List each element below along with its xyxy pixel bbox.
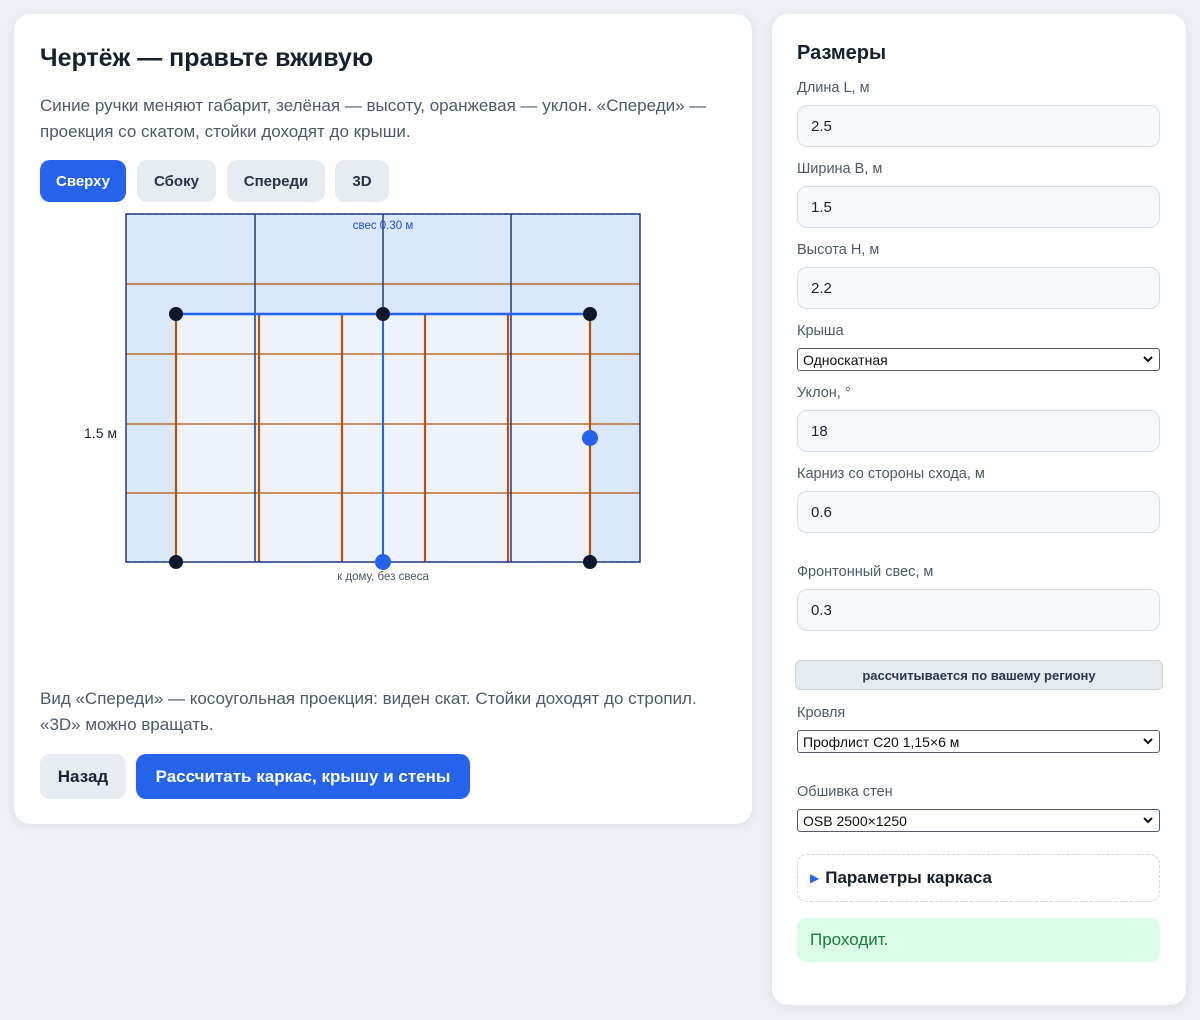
chevron-down-icon (1143, 817, 1153, 824)
length-handle[interactable] (375, 554, 391, 570)
corner-handle[interactable] (169, 555, 183, 569)
drawing-card: Чертёж — правьте вживую Синие ручки меня… (14, 14, 752, 824)
back-button[interactable]: Назад (40, 754, 126, 799)
roofing-value: Профлист С20 1,15×6 м (803, 733, 960, 750)
height-label: Высота H, м (797, 242, 880, 258)
frame-params-toggle[interactable]: ▶ Параметры каркаса (797, 854, 1160, 902)
width-handle[interactable] (582, 430, 598, 446)
region-button[interactable]: рассчитывается по вашему региону (795, 660, 1163, 690)
eave-input[interactable]: 0.6 (797, 491, 1160, 533)
mid-handle[interactable] (376, 307, 390, 321)
roof-type-value: Односкатная (803, 351, 888, 368)
corner-handle[interactable] (583, 307, 597, 321)
chevron-down-icon (1143, 356, 1153, 363)
height-input[interactable]: 2.2 (797, 267, 1160, 309)
slope-label: Уклон, ° (797, 385, 851, 401)
triangle-right-icon: ▶ (810, 871, 820, 885)
status-message: Проходит. (797, 918, 1160, 962)
frame-params-label: Параметры каркаса (825, 868, 992, 887)
corner-handle[interactable] (169, 307, 183, 321)
chevron-down-icon (1143, 738, 1153, 745)
width-input[interactable]: 1.5 (797, 186, 1160, 228)
panel-title: Размеры (797, 42, 887, 64)
roofing-select[interactable]: Профлист С20 1,15×6 м (797, 730, 1160, 753)
sheathing-value: OSB 2500×1250 (803, 812, 907, 829)
dimensions-panel: Размеры Длина L, м 2.5 Ширина B, м 1.5 В… (772, 14, 1186, 1005)
eave-label: Карниз со стороны схода, м (797, 466, 985, 482)
roofing-label: Кровля (797, 705, 846, 721)
length-label: Длина L, м (797, 80, 870, 96)
roof-type-label: Крыша (797, 323, 844, 339)
house-side-label: к дому, без свеса (337, 571, 429, 583)
roof-type-select[interactable]: Односкатная (797, 348, 1160, 371)
width-label: Ширина B, м (797, 161, 883, 177)
view-note: Вид «Спереди» — косоугольная проекция: в… (40, 689, 697, 734)
overhang-label: свес 0.30 м (353, 220, 414, 232)
slope-input[interactable]: 18 (797, 410, 1160, 452)
calculate-button[interactable]: Рассчитать каркас, крышу и стены (136, 754, 470, 799)
drawing-canvas[interactable]: свес 0.30 м 1.5 м к дому, без свеса (14, 14, 752, 634)
sheathing-select[interactable]: OSB 2500×1250 (797, 809, 1160, 832)
gable-overhang-input[interactable]: 0.3 (797, 589, 1160, 631)
corner-handle[interactable] (583, 555, 597, 569)
length-input[interactable]: 2.5 (797, 105, 1160, 147)
sheathing-label: Обшивка стен (797, 784, 893, 800)
gable-overhang-label: Фронтонный свес, м (797, 564, 934, 580)
width-dimension-label: 1.5 м (84, 425, 117, 441)
